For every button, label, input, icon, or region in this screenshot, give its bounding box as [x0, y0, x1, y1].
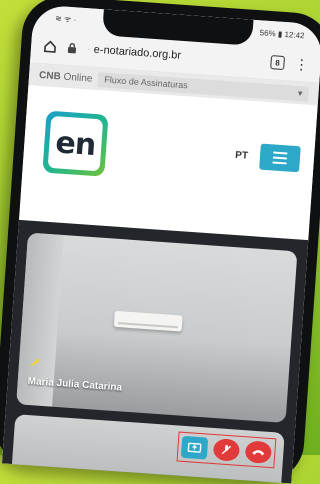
lock-icon — [67, 42, 78, 55]
hang-up-button[interactable] — [244, 440, 273, 465]
hamburger-menu-button[interactable] — [259, 143, 301, 173]
flow-dropdown-label: Fluxo de Assinaturas — [103, 74, 189, 91]
url-field[interactable]: · e-notariado.org.br — [87, 43, 261, 67]
language-selector[interactable]: PT — [235, 149, 249, 161]
home-icon[interactable] — [43, 39, 58, 54]
tabs-icon[interactable]: 8 — [270, 55, 286, 71]
url-domain: e-notariado.org.br — [93, 43, 182, 62]
status-time-battery: 56% ▮ 12:42 — [259, 27, 305, 40]
microphone-off-icon — [221, 444, 232, 455]
video-call-area: Maria Julia Catarina — [1, 219, 309, 484]
video-air-conditioner — [113, 310, 183, 332]
hamburger-line — [272, 156, 287, 160]
logo-inner: en — [47, 115, 104, 172]
screen-share-button[interactable] — [180, 435, 209, 460]
hamburger-line — [272, 161, 287, 165]
chevron-down-icon: ▾ — [297, 87, 303, 98]
phone-screen: ≋ ᯤ · 56% ▮ 12:42 · e-notariado.org.br 8… — [1, 4, 320, 484]
en-logo[interactable]: en — [42, 110, 109, 177]
url-blurred-part: · — [86, 43, 92, 56]
self-video-tile[interactable] — [11, 414, 285, 484]
screen-share-icon — [187, 442, 202, 453]
participant-video-tile[interactable]: Maria Julia Catarina — [16, 232, 298, 423]
phone-hangup-icon — [252, 450, 265, 456]
status-icons-left: ≋ ᯤ · — [54, 13, 77, 24]
call-controls — [176, 431, 277, 469]
header-actions: PT — [234, 142, 301, 173]
mic-muted-icon — [28, 356, 41, 372]
cnb-brand-bold: CNB — [38, 69, 62, 82]
site-header: en PT — [20, 85, 318, 216]
logo-text: en — [54, 124, 97, 163]
mute-microphone-button[interactable] — [212, 438, 241, 462]
hamburger-line — [273, 151, 288, 155]
more-menu-icon[interactable]: ⋮ — [294, 56, 309, 73]
cnb-brand-light: Online — [63, 71, 93, 85]
cnb-brand: CNB Online — [39, 69, 93, 84]
phone-frame: ≋ ᯤ · 56% ▮ 12:42 · e-notariado.org.br 8… — [0, 0, 320, 484]
